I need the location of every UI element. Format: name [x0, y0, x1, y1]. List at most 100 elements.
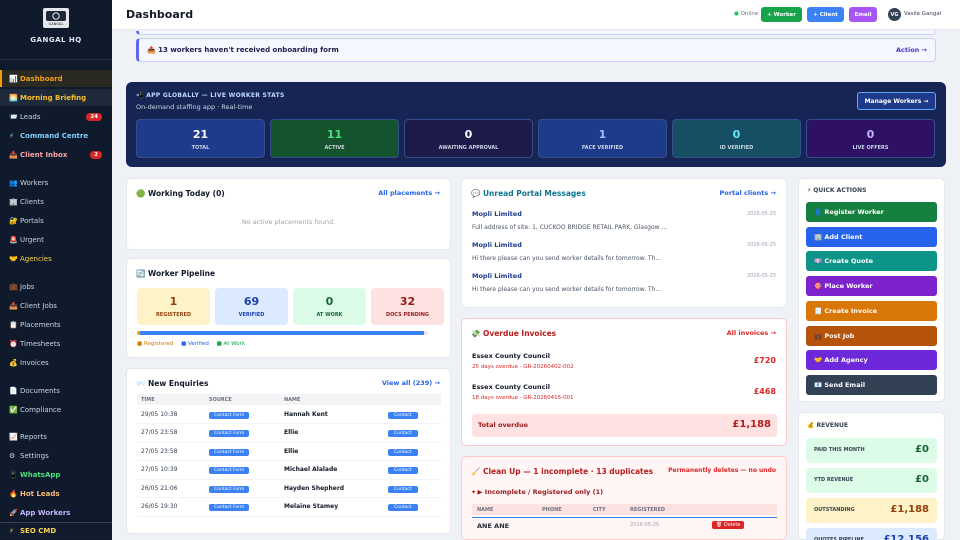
nav-icon: ✅ — [9, 405, 18, 414]
invoice-item[interactable]: Essex County Council 18 days overdue · GR… — [472, 383, 776, 401]
nav-icon: 🚀 — [9, 508, 18, 517]
quick-action-create-quote[interactable]: 💷 Create Quote — [806, 251, 937, 272]
sidebar-item-urgent[interactable]: 🚨 Urgent — [0, 231, 112, 248]
sidebar-item-label: Settings — [20, 451, 49, 460]
sidebar-item-label: Dashboard — [20, 74, 63, 83]
svg-text:GANGAL: GANGAL — [49, 22, 64, 26]
stat-value: 21 — [192, 128, 209, 141]
quick-action-create-invoice[interactable]: 🧾 Create Invoice — [806, 300, 937, 321]
avatar[interactable]: VG — [888, 8, 901, 21]
revenue-label: PAID THIS MONTH — [814, 447, 865, 453]
cleanup-row: ANE ANE 2026-05-25 🗑 Delete — [472, 517, 777, 531]
portal-clients-link[interactable]: Portal clients → — [720, 189, 776, 197]
quick-action-add-client[interactable]: 🏢 Add Client — [806, 226, 937, 247]
message-item[interactable]: Mopli Limited 2026-05-25 Hi there please c… — [472, 272, 776, 293]
quick-action-post-job[interactable]: 💼 Post Job — [806, 325, 937, 346]
revenue-paid-this-month: PAID THIS MONTH £0 — [806, 438, 937, 463]
nav-icon: 📈 — [9, 432, 18, 441]
col-time: TIME — [137, 394, 205, 405]
sidebar-item-timesheets[interactable]: ⏰ Timesheets — [0, 335, 112, 352]
quick-actions-title: ⚡ QUICK ACTIONS — [807, 187, 867, 194]
stat-value: 0 — [464, 128, 473, 141]
email-button[interactable]: Email — [849, 7, 877, 22]
contact-button[interactable]: Contact — [388, 430, 418, 438]
sidebar-item-portals[interactable]: 🔐 Portals — [0, 212, 112, 229]
revenue-title: 💰 REVENUE — [807, 422, 849, 429]
sidebar-item-label: Command Centre — [20, 131, 89, 140]
nav-icon: 💼 — [9, 282, 18, 291]
enquiry-action-cell: Contact — [384, 460, 441, 480]
contact-button[interactable]: Contact — [388, 485, 418, 493]
sidebar-item-documents[interactable]: 📄 Documents — [0, 382, 112, 399]
message-item[interactable]: Mopli Limited 2026-05-25 Hi there please c… — [472, 241, 776, 262]
nav-icon: ⚡ — [9, 527, 14, 535]
sidebar-item-jobs[interactable]: 💼 Jobs — [0, 278, 112, 295]
all-placements-link[interactable]: All placements → — [378, 189, 440, 197]
contact-button[interactable]: Contact — [388, 467, 418, 475]
quick-action-register-worker[interactable]: 👤 Register Worker — [806, 202, 937, 222]
sidebar-item-reports[interactable]: 📈 Reports — [0, 428, 112, 445]
sidebar-item-leads[interactable]: 📨 Leads 24 — [0, 108, 112, 125]
contact-button[interactable]: Contact — [388, 504, 418, 512]
enquiry-name: Ellie — [280, 442, 384, 461]
sidebar-item-dashboard[interactable]: 📊 Dashboard — [0, 70, 112, 87]
view-all-enquiries-link[interactable]: View all (239) → — [382, 379, 440, 387]
enquiries-title: 📨 New Enquiries — [136, 379, 209, 388]
sidebar-item-seo-cmd[interactable]: ⚡ SEO CMD — [0, 522, 112, 539]
incomplete-section-toggle[interactable]: ▾ ▶ Incomplete / Registered only (1) — [472, 488, 603, 496]
sidebar-item-hot-leads[interactable]: 🔥 Hot Leads — [0, 485, 112, 502]
add-client-button[interactable]: + Client — [807, 7, 844, 22]
enquiries-table: TIME SOURCE NAME 29/05 10:38 Contact Form… — [137, 394, 441, 517]
sidebar-item-label: Placements — [20, 320, 61, 329]
stat-live-offers: 0 LIVE OFFERS — [806, 119, 935, 158]
sidebar-item-workers[interactable]: 👥 Workers — [0, 174, 112, 191]
enquiry-source-cell: Contact Form — [205, 423, 280, 443]
sidebar-item-compliance[interactable]: ✅ Compliance — [0, 401, 112, 418]
message-item[interactable]: Mopli Limited 2026-05-25 Full address of s… — [472, 210, 776, 231]
stat-label: FACE VERIFIED — [581, 145, 624, 151]
invoice-client: Essex County Council — [472, 383, 550, 391]
enquiry-action-cell: Contact — [384, 442, 441, 461]
total-overdue-amount: £1,188 — [732, 419, 771, 430]
stat-label: ACTIVE — [324, 145, 345, 151]
cleanup-title: 🧹 Clean Up — 1 incomplete · 13 duplicate… — [471, 467, 654, 476]
sidebar-item-whatsapp[interactable]: 📱 WhatsApp — [0, 466, 112, 483]
source-tag: Contact Form — [209, 448, 250, 456]
add-worker-button[interactable]: + Worker — [761, 7, 802, 22]
sidebar-item-settings[interactable]: ⚙ Settings — [0, 447, 112, 464]
invoice-item[interactable]: Essex County Council 25 days overdue · GR… — [472, 352, 776, 370]
sidebar-item-label: Client Jobs — [20, 301, 57, 310]
quick-action-add-agency[interactable]: 🤝 Add Agency — [806, 350, 937, 371]
sidebar-item-placements[interactable]: 📋 Placements — [0, 316, 112, 333]
invoice-overdue-info: 18 days overdue · GR-20260415-001 — [472, 395, 574, 401]
contact-button[interactable]: Contact — [388, 448, 418, 456]
all-invoices-link[interactable]: All invoices → — [727, 329, 776, 337]
pipeline-at-work: 0 AT WORK — [293, 288, 366, 325]
enquiry-time: 26/05 19:30 — [137, 497, 205, 517]
contact-button[interactable]: Contact — [388, 411, 418, 419]
sidebar-item-clients[interactable]: 🏢 Clients — [0, 193, 112, 210]
onboarding-action-link[interactable]: Action → — [896, 46, 927, 54]
manage-workers-button[interactable]: Manage Workers → — [857, 92, 936, 110]
sidebar-item-client-jobs[interactable]: 📥 Client Jobs — [0, 297, 112, 314]
working-empty-text: No active placements found. — [241, 218, 336, 226]
stat-id-verified: 0 ID VERIFIED — [672, 119, 801, 158]
cleanup-row-name: ANE ANE — [477, 522, 510, 530]
delete-button[interactable]: 🗑 Delete — [712, 521, 745, 529]
quick-action-send-email[interactable]: 📧 Send Email — [806, 374, 937, 395]
message-preview: Hi there please can you send worker deta… — [472, 286, 662, 293]
stat-label: TOTAL — [191, 145, 210, 151]
sidebar-item-command-centre[interactable]: ⚡ Command Centre — [0, 127, 112, 144]
sidebar-item-app-workers[interactable]: 🚀 App Workers — [0, 504, 112, 521]
new-enquiries-card: 📨 New Enquiries View all (239) → TIME SO… — [126, 368, 451, 534]
quick-action-place-worker[interactable]: 🎯 Place Worker — [806, 276, 937, 297]
stat-value: 11 — [326, 128, 343, 141]
sidebar-item-agencies[interactable]: 🤝 Agencies — [0, 250, 112, 267]
user-name[interactable]: Vasile Gangal — [904, 11, 941, 17]
sidebar-item-invoices[interactable]: 💰 Invoices — [0, 354, 112, 371]
nav-icon: 🌅 — [9, 93, 18, 102]
col-action — [384, 394, 441, 405]
logo[interactable]: GANGAL — [43, 8, 69, 28]
sidebar-item-morning-briefing[interactable]: 🌅 Morning Briefing — [0, 89, 112, 106]
sidebar-item-client-inbox[interactable]: 📥 Client Inbox 2 — [0, 146, 112, 163]
